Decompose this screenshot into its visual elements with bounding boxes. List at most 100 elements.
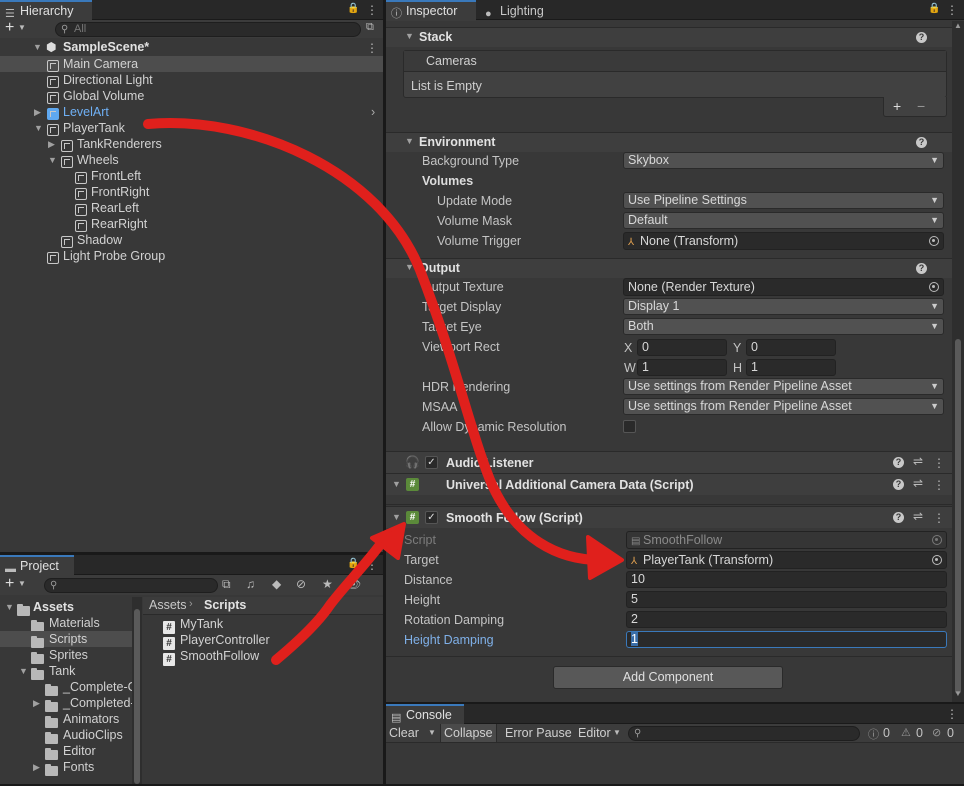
object-picker-icon[interactable]	[929, 282, 939, 292]
warning-filter-icon[interactable]: ⊘	[296, 577, 306, 591]
component-menu-icon[interactable]: ⋮	[933, 478, 945, 492]
hierarchy-search-input[interactable]: ⚲ All	[55, 22, 361, 37]
tab-project[interactable]: ▬ Project	[0, 555, 74, 576]
collapse-arrow-icon[interactable]: ▶	[33, 759, 40, 775]
info-count[interactable]: 0	[883, 726, 890, 740]
project-folder-item[interactable]: ▼ Tank	[0, 663, 132, 680]
project-folder-item[interactable]: Animators	[0, 711, 132, 728]
project-folder-item[interactable]: _Complete-G	[0, 679, 132, 696]
hierarchy-item[interactable]: RearRight	[0, 216, 383, 232]
add-button[interactable]: +	[5, 575, 14, 593]
project-folder-item[interactable]: Sprites	[0, 647, 132, 664]
breadcrumb-scripts[interactable]: Scripts	[204, 598, 246, 612]
hdr-rendering-dropdown[interactable]: Use settings from Render Pipeline Asset ▼	[623, 378, 944, 395]
hierarchy-item[interactable]: ▶ LevelArt ›	[0, 104, 383, 120]
project-file-item[interactable]: # MyTank	[163, 616, 223, 634]
project-folder-item[interactable]: Scripts	[0, 631, 132, 648]
audio-listener-header[interactable]: 🎧 ✓ Audio Listener ? ⇌ ⋮	[386, 451, 964, 473]
add-component-button[interactable]: Add Component	[553, 666, 783, 689]
favorite-icon[interactable]: ★	[322, 577, 333, 591]
expand-arrow-icon[interactable]: ▼	[48, 152, 57, 168]
collapse-toggle[interactable]: Collapse	[440, 724, 497, 742]
label-filter-icon[interactable]: ◆	[272, 577, 281, 591]
scroll-up-icon[interactable]: ▲	[954, 21, 962, 30]
tab-hierarchy[interactable]: ☰ Hierarchy	[0, 0, 92, 21]
breadcrumb-assets[interactable]: Assets	[149, 598, 187, 612]
audio-listener-enabled-checkbox[interactable]: ✓	[425, 456, 438, 469]
info-count-icon[interactable]: ⓘ	[868, 726, 879, 742]
expand-arrow-icon[interactable]: ▼	[34, 120, 43, 136]
tab-lighting[interactable]: ● Lighting	[480, 0, 560, 21]
project-search-input[interactable]: ⚲	[44, 578, 218, 593]
project-folder-item[interactable]: ▶ Fonts	[0, 759, 132, 776]
search-by-type-icon[interactable]: ⧉	[222, 577, 231, 592]
object-picker-icon[interactable]	[932, 555, 942, 565]
rotation-damping-field[interactable]: 2	[626, 611, 947, 628]
viewport-x-field[interactable]: 0	[637, 339, 727, 356]
allow-dynamic-resolution-checkbox[interactable]	[623, 420, 636, 433]
more-menu-icon[interactable]: ⋮	[366, 3, 378, 17]
help-icon[interactable]: ?	[916, 32, 927, 43]
hierarchy-item[interactable]: Directional Light	[0, 72, 383, 88]
scrollbar-thumb[interactable]	[955, 339, 961, 694]
project-folder-item[interactable]: Editor	[0, 743, 132, 760]
expand-arrow-icon[interactable]: ▼	[33, 42, 42, 52]
hierarchy-item[interactable]: FrontRight	[0, 184, 383, 200]
distance-field[interactable]: 10	[626, 571, 947, 588]
help-icon[interactable]: ?	[916, 263, 927, 274]
project-folder-item[interactable]: ▶ _Completed-	[0, 695, 132, 712]
add-dropdown-icon[interactable]: ▼	[18, 23, 26, 32]
stack-section-header[interactable]: ▼ Stack ?	[386, 27, 964, 47]
hierarchy-item[interactable]: ▼ PlayerTank	[0, 120, 383, 136]
component-menu-icon[interactable]: ⋮	[933, 456, 945, 470]
error-count[interactable]: 0	[947, 726, 954, 740]
more-menu-icon[interactable]: ⋮	[946, 3, 958, 17]
more-menu-icon[interactable]: ⋮	[946, 707, 958, 721]
collapse-arrow-icon[interactable]: ▶	[33, 695, 40, 711]
viewport-w-field[interactable]: 1	[637, 359, 727, 376]
hierarchy-item[interactable]: FrontLeft	[0, 168, 383, 184]
preset-icon[interactable]: ⇌	[913, 454, 923, 468]
height-damping-field[interactable]: 1	[626, 631, 947, 648]
editor-dropdown[interactable]: Editor	[575, 724, 614, 742]
search-filter-icon[interactable]: ⧉	[366, 21, 374, 34]
hierarchy-item[interactable]: ▼ Wheels	[0, 152, 383, 168]
update-mode-dropdown[interactable]: Use Pipeline Settings ▼	[623, 192, 944, 209]
help-icon[interactable]: ?	[916, 137, 927, 148]
project-file-item[interactable]: # PlayerController	[163, 632, 270, 650]
smooth-follow-header[interactable]: ▼ # ✓ Smooth Follow (Script) ? ⇌ ⋮	[386, 506, 964, 528]
viewport-h-field[interactable]: 1	[746, 359, 836, 376]
help-icon[interactable]: ?	[893, 512, 904, 523]
target-field[interactable]: ⅄ PlayerTank (Transform)	[626, 551, 947, 569]
clear-button[interactable]: Clear	[386, 724, 422, 742]
add-dropdown-icon[interactable]: ▼	[18, 579, 26, 588]
add-button[interactable]: +	[5, 19, 14, 37]
preset-icon[interactable]: ⇌	[913, 509, 923, 523]
expand-arrow-icon[interactable]: ▼	[5, 599, 14, 615]
project-tree-scrollbar[interactable]	[132, 597, 142, 784]
console-search-input[interactable]: ⚲	[628, 726, 860, 741]
tab-inspector[interactable]: ⓘ Inspector	[386, 0, 476, 21]
warning-count-icon[interactable]: ⚠	[901, 726, 911, 739]
object-picker-icon[interactable]	[929, 236, 939, 246]
project-folder-item[interactable]: AudioClips	[0, 727, 132, 744]
add-camera-button[interactable]: +	[893, 98, 901, 114]
hierarchy-item[interactable]: Main Camera	[0, 56, 383, 72]
scene-menu-icon[interactable]: ⋮	[366, 41, 378, 55]
project-file-item[interactable]: # SmoothFollow	[163, 648, 259, 666]
collapse-arrow-icon[interactable]: ▶	[34, 104, 41, 120]
open-prefab-icon[interactable]: ›	[371, 104, 375, 120]
inspector-scrollbar[interactable]: ▲ ▼	[952, 21, 964, 702]
hierarchy-item[interactable]: ▶ TankRenderers	[0, 136, 383, 152]
hierarchy-scene-row[interactable]: ▼ ⬢ SampleScene* ⋮	[0, 40, 383, 56]
project-folder-item[interactable]: ▼ Assets	[0, 599, 132, 616]
lock-icon[interactable]: 🔒	[928, 3, 940, 14]
hierarchy-item[interactable]: RearLeft	[0, 200, 383, 216]
lock-icon[interactable]: 🔒	[347, 3, 359, 14]
hierarchy-item[interactable]: Light Probe Group	[0, 248, 383, 264]
lock-icon[interactable]: 🔒	[347, 558, 359, 569]
background-type-dropdown[interactable]: Skybox ▼	[623, 152, 944, 169]
help-icon[interactable]: ?	[893, 457, 904, 468]
editor-dropdown-icon[interactable]: ▼	[613, 728, 621, 737]
project-folder-item[interactable]: Materials	[0, 615, 132, 632]
